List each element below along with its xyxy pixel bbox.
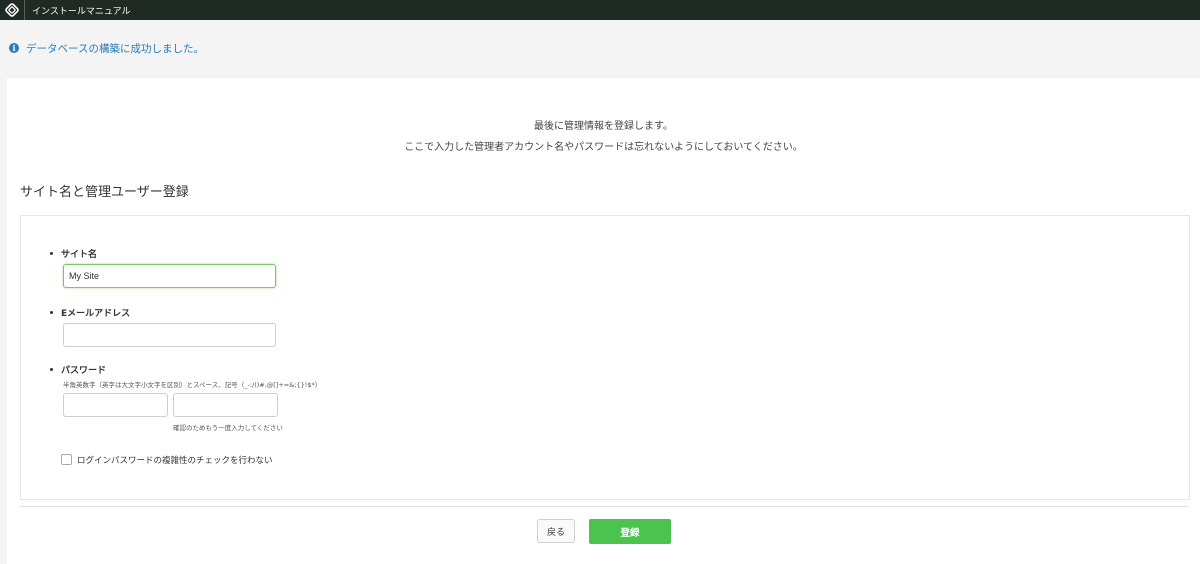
password-label: パスワード xyxy=(61,366,107,376)
bullet-icon xyxy=(50,252,53,255)
intro-line-1: 最後に管理情報を登録します。 xyxy=(534,121,673,132)
logo-mark-icon[interactable] xyxy=(0,0,25,20)
success-message-text: データベースの構築に成功しました。 xyxy=(26,42,204,55)
email-input[interactable] xyxy=(63,323,276,347)
info-icon: i xyxy=(9,43,19,53)
password-confirm-input[interactable] xyxy=(173,393,278,417)
success-message: i データベースの構築に成功しました。 xyxy=(0,20,1200,76)
back-button[interactable]: 戻る xyxy=(537,519,575,543)
register-button[interactable]: 登録 xyxy=(589,519,671,544)
section-heading: サイト名と管理ユーザー登録 xyxy=(20,185,189,200)
bullet-icon xyxy=(50,368,53,371)
email-label: Eメールアドレス xyxy=(61,309,131,319)
divider xyxy=(20,506,1188,507)
skip-complexity-label[interactable]: ログインパスワードの複雑性のチェックを行わない xyxy=(77,454,273,466)
registration-form: サイト名 Eメールアドレス パスワード 半角英数字（英字は大文字小文字を区別）と… xyxy=(20,215,1190,500)
password-confirm-hint: 確認のためもう一度入力してください xyxy=(173,424,283,432)
main-panel: 最後に管理情報を登録します。 ここで入力した管理者アカウント名やパスワードは忘れ… xyxy=(7,78,1200,564)
app-title: インストールマニュアル xyxy=(32,6,131,17)
intro-line-2: ここで入力した管理者アカウント名やパスワードは忘れないようにしておいてください。 xyxy=(404,142,803,153)
password-input[interactable] xyxy=(63,393,168,417)
top-bar: インストールマニュアル xyxy=(0,0,1200,20)
site-name-input[interactable] xyxy=(63,264,276,288)
bullet-icon xyxy=(50,311,53,314)
password-hint: 半角英数字（英字は大文字小文字を区別）とスペース、記号（_-:/()#,@[]+… xyxy=(63,381,322,389)
skip-complexity-checkbox[interactable] xyxy=(61,454,72,465)
site-name-label: サイト名 xyxy=(61,250,98,260)
